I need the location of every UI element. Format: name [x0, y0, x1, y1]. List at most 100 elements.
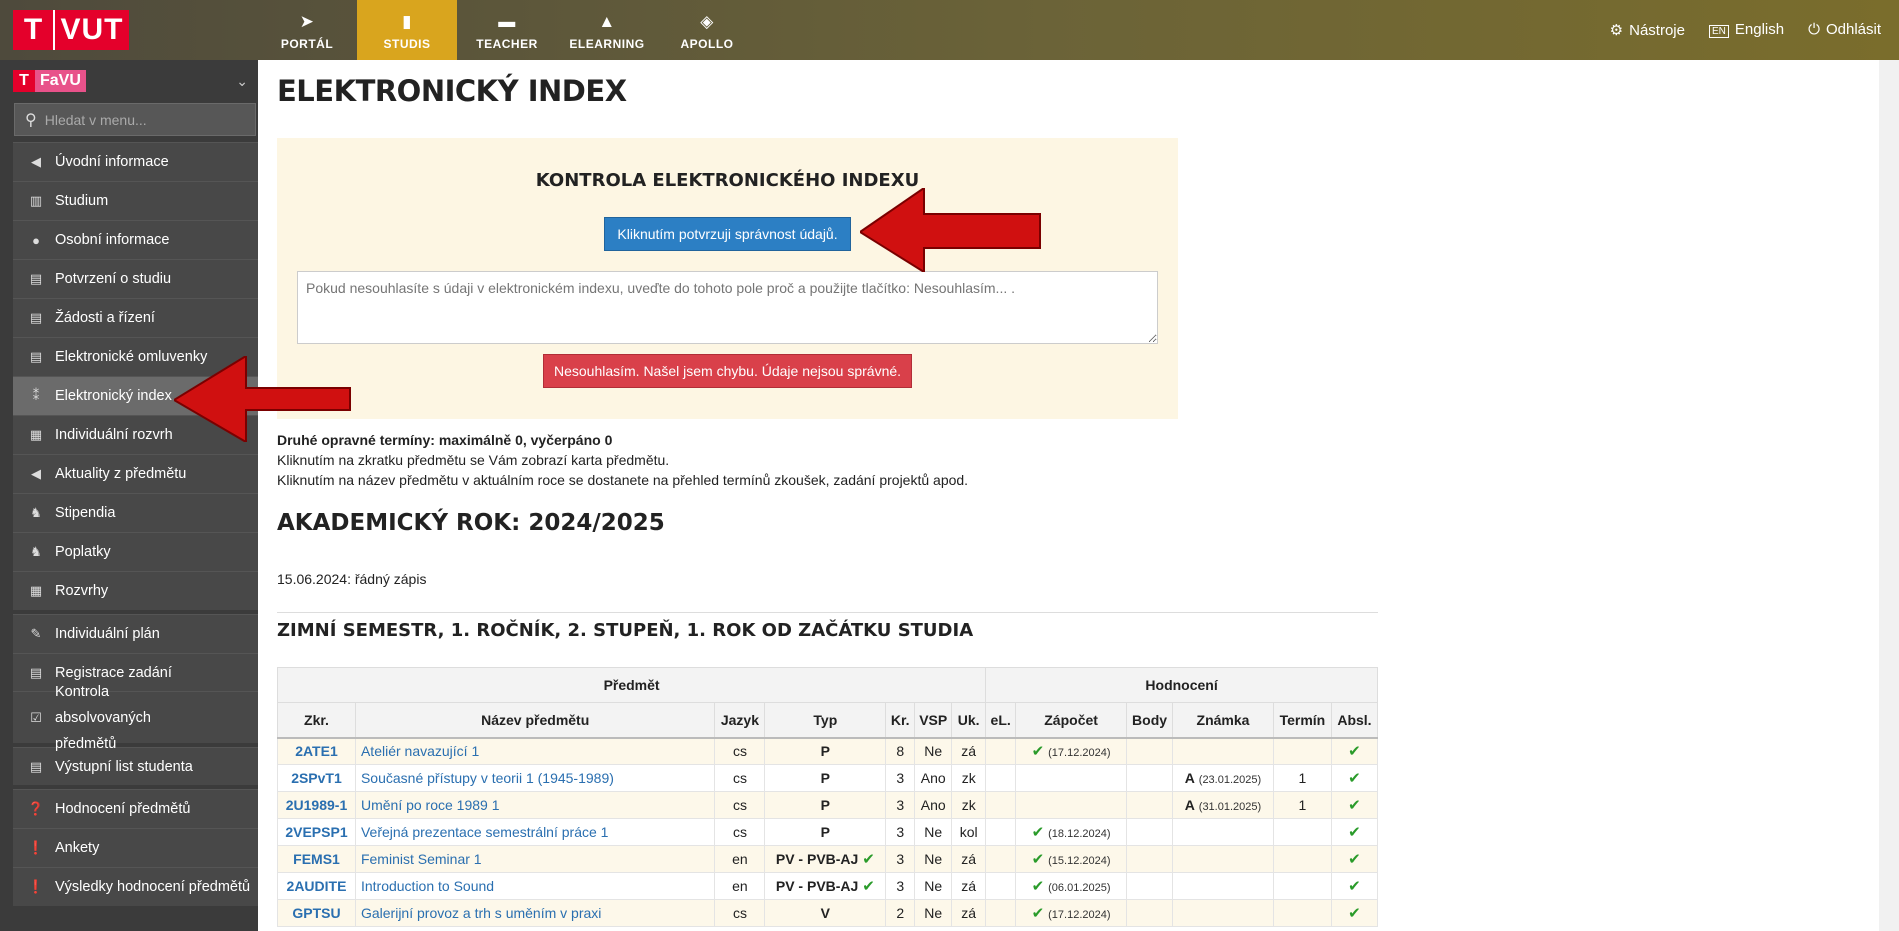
user-icon: ●: [32, 232, 40, 248]
subject-code-link[interactable]: GPTSU: [292, 905, 340, 921]
checkmark-icon: ✔: [1348, 743, 1361, 761]
disagree-button[interactable]: Nesouhlasím. Našel jsem chybu. Údaje nej…: [543, 354, 912, 388]
grade-cell: [1172, 899, 1274, 927]
credit-date: (17.12.2024): [1048, 747, 1111, 760]
sidebar-item-individualni-plan[interactable]: ✎ Individuální plán: [13, 614, 258, 653]
faculty-selector[interactable]: T FaVU ⌄: [13, 70, 256, 92]
subject-code-link[interactable]: 2U1989-1: [286, 797, 348, 813]
uk-cell: zá: [951, 845, 987, 873]
subject-code-link[interactable]: FEMS1: [293, 851, 340, 867]
logout-link[interactable]: ⏻ Odhlásit: [1808, 21, 1881, 39]
el-cell: [985, 872, 1017, 900]
briefcase-icon: ▬: [498, 12, 516, 31]
sidebar-item-zadosti[interactable]: ▤ Žádosti a řízení: [13, 298, 258, 337]
nav-label: STUDIS: [383, 37, 431, 51]
grade-cell: [1172, 818, 1274, 846]
sidebar-item-hodnoceni[interactable]: ❓ Hodnocení předmětů: [13, 789, 258, 828]
language-link[interactable]: EN English: [1708, 21, 1785, 39]
sidebar-item-label: Studium: [55, 193, 109, 209]
sidebar-item-vysledky[interactable]: ❗ Výsledky hodnocení předmětů: [13, 867, 258, 906]
search-icon: ⚲: [25, 111, 37, 129]
sidebar-item-studium[interactable]: ▥ Studium: [13, 181, 258, 220]
subject-name-link[interactable]: Introduction to Sound: [361, 878, 494, 894]
subject-code-link[interactable]: 2VEPSP1: [285, 824, 347, 840]
grade-cell: A (31.01.2025): [1172, 791, 1274, 819]
disagree-reason-textarea[interactable]: [297, 271, 1158, 344]
nav-studis[interactable]: ▮ STUDIS: [357, 0, 457, 60]
sidebar-item-ankety[interactable]: ❗ Ankety: [13, 828, 258, 867]
comment-icon: ❗: [27, 879, 45, 894]
sidebar-item-rozvrhy[interactable]: ▦ Rozvrhy: [13, 571, 258, 610]
subject-code-link[interactable]: 2AUDITE: [287, 878, 347, 894]
sidebar-item-aktuality[interactable]: ◀ Aktuality z předmětu: [13, 454, 258, 493]
piggy-bank-icon: ♞: [30, 544, 42, 559]
credits-cell: 3: [885, 764, 916, 792]
sidebar-item-label: Elektronický index: [55, 388, 172, 404]
index-table: Předmět Hodnocení Zkr. Název předmětu Ja…: [276, 667, 1379, 927]
subject-name-link[interactable]: Ateliér navazující 1: [361, 743, 479, 759]
lang-cell: cs: [714, 818, 766, 846]
page-scrollbar[interactable]: [1879, 60, 1899, 931]
nav-apollo[interactable]: ◈ APOLLO: [657, 0, 757, 60]
vsp-cell: Ano: [914, 791, 953, 819]
term-cell: [1272, 737, 1332, 765]
subject-group-header: Předmět: [276, 667, 987, 703]
uk-cell: zá: [951, 899, 987, 927]
term-cell: [1272, 872, 1332, 900]
sidebar-item-stipendia[interactable]: ♞ Stipendia: [13, 493, 258, 532]
type-cell: P: [764, 818, 887, 846]
nav-portal[interactable]: ➤ PORTÁL: [257, 0, 357, 60]
language-label: English: [1734, 21, 1785, 38]
sidebar-item-label: Stipendia: [55, 505, 116, 521]
checkmark-icon: ✔: [1031, 824, 1045, 841]
chevron-down-icon: ⌄: [236, 72, 248, 89]
sidebar-item-osobni-informace[interactable]: ● Osobní informace: [13, 220, 258, 259]
grade-date: (23.01.2025): [1198, 774, 1262, 786]
divider: [277, 612, 1378, 613]
sidebar-item-uvodni-informace[interactable]: ◀ Úvodní informace: [13, 142, 258, 181]
subject-name-link[interactable]: Galerijní provoz a trh s uměním v praxi: [361, 905, 601, 921]
lang-cell: cs: [714, 899, 766, 927]
points-cell: [1126, 791, 1174, 819]
piggy-bank-icon: ♞: [30, 505, 42, 520]
subject-name-link[interactable]: Veřejná prezentace semestrální práce 1: [361, 824, 608, 840]
index-control-panel: KONTROLA ELEKTRONICKÉHO INDEXU Kliknutím…: [277, 138, 1178, 419]
confirm-button[interactable]: Kliknutím potvrzuji správnost údajů.: [604, 217, 851, 251]
credits-cell: 8: [885, 737, 916, 765]
top-bar: T VUT ➤ PORTÁL ▮ STUDIS ▬ TEACHER ▲ ELEARNIN…: [0, 0, 1899, 60]
passed-cell: ✔: [1330, 737, 1379, 765]
subject-name-link[interactable]: Současné přístupy v teorii 1 (1945-1989): [361, 770, 614, 786]
checkmark-icon: ✔: [1348, 797, 1361, 814]
el-cell: [985, 737, 1017, 765]
tools-link[interactable]: ⚙ Nástroje: [1610, 21, 1685, 39]
gear-icon: ⚙: [1609, 22, 1624, 39]
credit-cell: ✔ (15.12.2024): [1015, 845, 1128, 873]
sidebar-item-label: Individuální rozvrh: [55, 427, 173, 443]
term-cell: 1: [1272, 764, 1332, 792]
sidebar-item-label: Individuální plán: [55, 626, 160, 642]
sidebar-item-kontrola[interactable]: ☑ Kontrola absolvovaných předmětů: [13, 684, 258, 752]
uk-cell: kol: [951, 818, 987, 846]
subject-name-link[interactable]: Umění po roce 1989 1: [361, 797, 500, 813]
checkmark-icon: ✔: [1348, 851, 1361, 868]
tools-label: Nástroje: [1629, 22, 1685, 39]
page-title: ELEKTRONICKÝ INDEX: [277, 74, 627, 108]
vut-logo[interactable]: T VUT: [13, 10, 129, 50]
grade-letter: A: [1184, 797, 1195, 813]
main-nav: ➤ PORTÁL ▮ STUDIS ▬ TEACHER ▲ ELEARNING ◈ APO…: [257, 0, 757, 60]
sidebar-item-poplatky[interactable]: ♞ Poplatky: [13, 532, 258, 571]
megaphone-icon: ◀: [31, 466, 41, 481]
book-icon: ▮: [402, 12, 412, 31]
col-header: Absl.: [1330, 702, 1379, 739]
col-header: Uk.: [951, 702, 987, 739]
logo-t: T: [23, 13, 43, 46]
calendar-icon: ▦: [29, 583, 43, 598]
subject-name-link[interactable]: Feminist Seminar 1: [361, 851, 482, 867]
subject-code-link[interactable]: 2ATE1: [295, 743, 338, 759]
table-row: 2ATE1 Ateliér navazující 1 cs P 8 Ne zá …: [277, 737, 1379, 765]
subject-code-link[interactable]: 2SPvT1: [291, 770, 342, 786]
nav-elearning[interactable]: ▲ ELEARNING: [557, 0, 657, 60]
nav-teacher[interactable]: ▬ TEACHER: [457, 0, 557, 60]
sidebar-item-potvrzeni[interactable]: ▤ Potvrzení o studiu: [13, 259, 258, 298]
menu-search-input[interactable]: [44, 111, 235, 128]
